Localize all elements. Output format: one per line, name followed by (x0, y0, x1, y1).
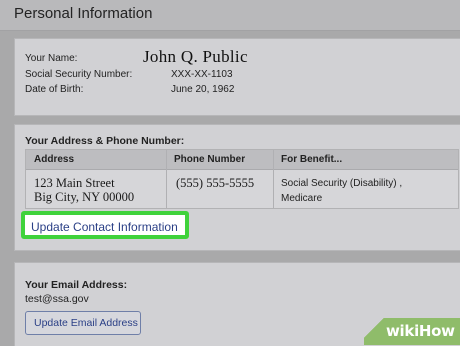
column-divider (166, 150, 167, 208)
name-value: John Q. Public (143, 47, 248, 66)
dob-value: June 20, 1962 (171, 84, 235, 95)
update-contact-label: Update Contact Information (31, 220, 178, 234)
page-title: Personal Information (14, 5, 153, 22)
email-value: test@ssa.gov (25, 293, 89, 305)
watermark-logo: wikiHow (364, 318, 460, 345)
ssn-label: Social Security Number: (25, 69, 133, 80)
phone-value: (555) 555-5555 (176, 176, 255, 190)
update-email-label: Update Email Address (34, 317, 138, 329)
contact-table: Address Phone Number For Benefit... 123 … (25, 149, 459, 209)
table-header: Address Phone Number For Benefit... (26, 150, 458, 170)
address-phone-panel: Your Address & Phone Number: Address Pho… (14, 124, 460, 251)
ssn-value: XXX-XX-1103 (171, 69, 233, 80)
benefit-line-2: Medicare (281, 193, 323, 204)
column-header-benefit: For Benefit... (281, 154, 343, 165)
column-header-phone: Phone Number (174, 154, 246, 165)
address-section-title: Your Address & Phone Number: (25, 135, 185, 147)
update-email-button[interactable]: Update Email Address (25, 311, 141, 335)
column-divider (273, 150, 274, 208)
column-header-address: Address (34, 154, 75, 165)
address-line-2: Big City, NY 00000 (34, 190, 135, 204)
update-contact-button[interactable]: Update Contact Information (21, 211, 189, 239)
watermark-text: wikiHow (386, 322, 455, 340)
personal-info-panel: Your Name: John Q. Public Social Securit… (14, 38, 460, 116)
benefit-line-1: Social Security (Disability) , (281, 178, 403, 189)
address-line-1: 123 Main Street (34, 176, 115, 190)
page-header: Personal Information (0, 0, 460, 31)
name-label: Your Name: (25, 53, 78, 64)
email-section-title: Your Email Address: (25, 279, 128, 291)
dob-label: Date of Birth: (25, 84, 84, 95)
